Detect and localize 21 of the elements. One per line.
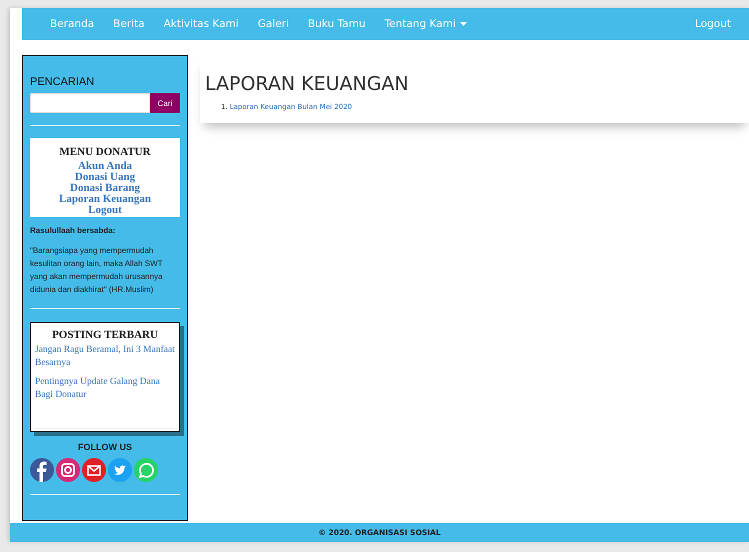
menu-link[interactable]: Akun Anda: [78, 161, 132, 172]
menu-link[interactable]: Laporan Keuangan: [59, 194, 151, 205]
post-link[interactable]: Pentingnya Update Galang Dana Bagi Donatur: [35, 376, 175, 402]
posts-title: POSTING TERBARU: [51, 329, 159, 341]
search-field[interactable]: [30, 93, 150, 113]
quote-text: "Barangsiapa yang mempermudah kesulitan orang lain, maka Allah SWT yang akan mempermudah urusannya didunia dan diakhirat" (HR.Muslim): [30, 245, 164, 296]
menu-link[interactable]: Donasi Barang: [70, 183, 140, 194]
envelope-icon[interactable]: [82, 458, 106, 482]
follow-title: FOLLOW US: [77, 442, 133, 452]
menu-link[interactable]: Donasi Uang: [74, 172, 136, 183]
post-link[interactable]: Jangan Ragu Beramal, Ini 3 Manfaat Besarnya: [35, 344, 175, 370]
bird-icon[interactable]: [108, 458, 132, 482]
facebook-icon[interactable]: [30, 458, 54, 482]
search-title: PENCARIAN: [30, 76, 96, 88]
camera-icon[interactable]: [56, 458, 80, 482]
search-button[interactable]: Cari: [150, 93, 180, 113]
quote-title: Rasulullaah bersabda:: [30, 226, 116, 235]
caret-icon: [460, 22, 467, 26]
page-title: LAPORAN KEUANGAN: [205, 73, 410, 95]
menu-title: MENU DONATUR: [59, 146, 151, 158]
menu-link[interactable]: Logout: [88, 205, 122, 216]
